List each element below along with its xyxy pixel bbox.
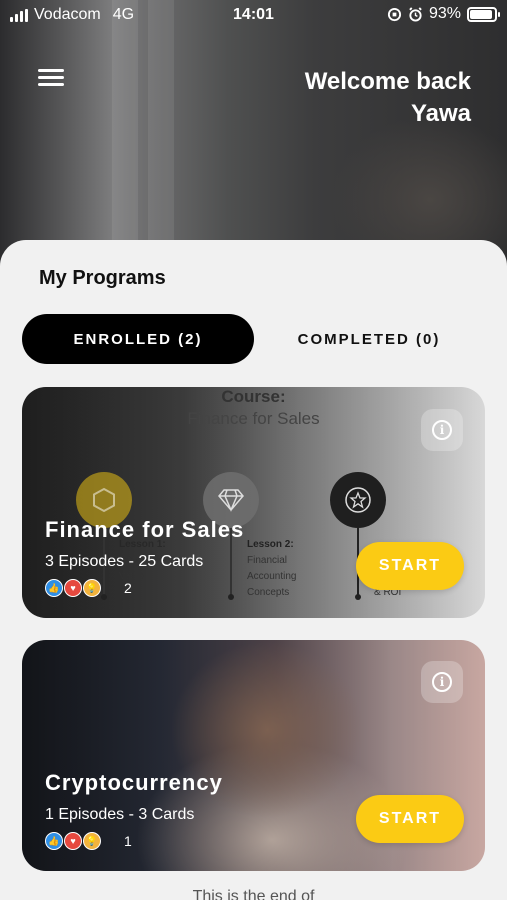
program-subtitle: 3 Episodes - 25 Cards bbox=[45, 553, 204, 570]
like-icon: 👍 bbox=[45, 579, 63, 597]
program-card-finance[interactable]: Course: Finance for Sales Lesson 1: Shar… bbox=[22, 387, 485, 618]
lesson-2-text: Lesson 2: Financial Accounting Concepts bbox=[247, 537, 296, 601]
program-subtitle: 1 Episodes - 3 Cards bbox=[45, 806, 195, 823]
lesson-2-dot bbox=[228, 594, 234, 600]
section-title: My Programs bbox=[39, 267, 166, 289]
start-button[interactable]: START bbox=[356, 542, 464, 590]
course-name: Finance for Sales bbox=[187, 409, 320, 428]
reaction-count: 2 bbox=[124, 580, 132, 596]
menu-icon[interactable] bbox=[38, 69, 64, 89]
battery-fill bbox=[470, 9, 493, 19]
welcome-message: Welcome back Yawa bbox=[305, 66, 471, 130]
info-button[interactable]: i bbox=[421, 409, 463, 451]
course-label: Course: bbox=[221, 387, 286, 406]
tab-enrolled[interactable]: ENROLLED (2) bbox=[22, 314, 254, 364]
tab-completed[interactable]: COMPLETED (0) bbox=[253, 314, 485, 364]
programs-sheet: My Programs ENROLLED (2) COMPLETED (0) C… bbox=[0, 240, 507, 900]
program-title: Cryptocurrency bbox=[45, 770, 223, 795]
battery-icon bbox=[467, 6, 500, 22]
status-right: 93% bbox=[387, 5, 500, 23]
reactions: 👍 ♥ 💡 2 bbox=[45, 579, 132, 597]
alarm-icon bbox=[409, 6, 422, 22]
diamond-icon bbox=[218, 489, 244, 512]
info-button[interactable]: i bbox=[421, 661, 463, 703]
status-bar: Vodacom 4G 14:01 93% bbox=[0, 0, 507, 30]
program-title: Finance for Sales bbox=[45, 517, 245, 542]
info-icon: i bbox=[432, 420, 452, 440]
love-icon: ♥ bbox=[64, 832, 82, 850]
reaction-count: 1 bbox=[124, 833, 132, 849]
hexagon-icon bbox=[93, 487, 115, 513]
like-icon: 👍 bbox=[45, 832, 63, 850]
program-card-crypto[interactable]: i Cryptocurrency 1 Episodes - 3 Cards 👍 … bbox=[22, 640, 485, 871]
lesson-2-line2: Accounting bbox=[247, 571, 297, 582]
lesson-2-label: Lesson 2: bbox=[247, 539, 294, 550]
idea-icon: 💡 bbox=[83, 579, 101, 597]
program-tabs: ENROLLED (2) COMPLETED (0) bbox=[22, 314, 485, 364]
lock-icon bbox=[387, 7, 402, 21]
reactions: 👍 ♥ 💡 1 bbox=[45, 832, 132, 850]
love-icon: ♥ bbox=[64, 579, 82, 597]
end-of-list-text: This is the end of bbox=[192, 888, 315, 900]
info-icon: i bbox=[432, 672, 452, 692]
course-header: Course: Finance for Sales bbox=[22, 387, 485, 429]
idea-icon: 💡 bbox=[83, 832, 101, 850]
lesson-3-dot bbox=[355, 594, 361, 600]
lesson-3-node bbox=[330, 472, 386, 528]
lesson-2-line3: Concepts bbox=[247, 587, 290, 598]
star-icon bbox=[345, 487, 371, 513]
user-name: Yawa bbox=[410, 100, 471, 127]
start-button[interactable]: START bbox=[356, 795, 464, 843]
lesson-2-line1: Financial bbox=[247, 555, 288, 566]
greeting-text: Welcome back bbox=[304, 68, 471, 95]
battery-percent: 93% bbox=[428, 5, 461, 22]
